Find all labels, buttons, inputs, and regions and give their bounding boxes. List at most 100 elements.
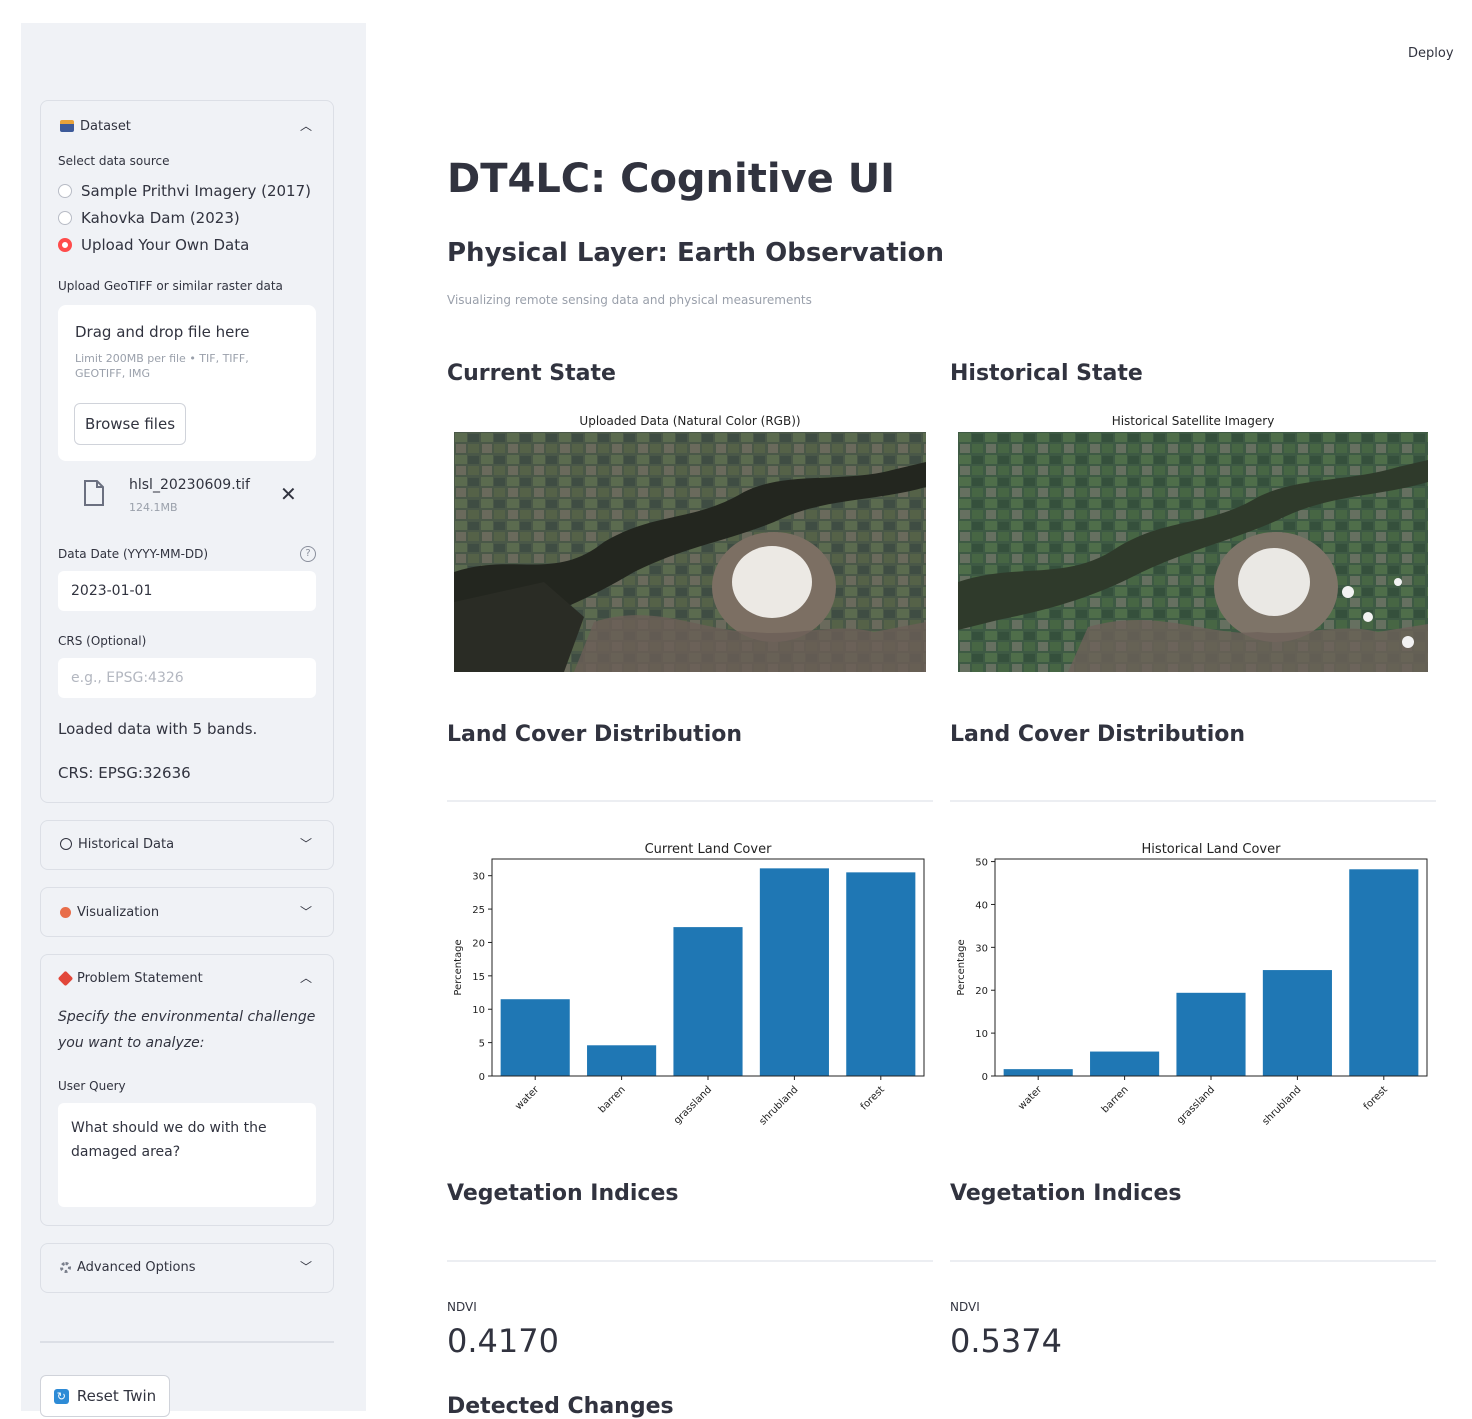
data-source-label: Select data source xyxy=(58,154,170,168)
y-tick-label: 10 xyxy=(975,1029,988,1040)
historical-vegetation-heading: Vegetation Indices xyxy=(950,1181,1182,1206)
sidebar: Dataset ︿ Select data source Sample Prit… xyxy=(21,23,366,1417)
radio-sample-prithvi[interactable]: Sample Prithvi Imagery (2017) xyxy=(58,182,311,200)
current-landcover-chart: Current Land Cover Percentage 0 5 10 15 20 25 30… xyxy=(453,842,925,1127)
historical-data-header[interactable]: Historical Data xyxy=(60,834,174,854)
y-tick-label: 10 xyxy=(472,1005,485,1016)
chevron-up-icon[interactable]: ︿ xyxy=(300,969,312,986)
problem-instruction: Specify the environmental challenge you … xyxy=(58,1009,316,1051)
refresh-icon: ↻ xyxy=(53,1388,69,1404)
divider xyxy=(950,800,1436,802)
crs-text: CRS: EPSG:32636 xyxy=(58,764,191,782)
gear-icon xyxy=(60,1261,71,1273)
bar-water xyxy=(500,999,570,1076)
loaded-bands-text: Loaded data with 5 bands. xyxy=(58,720,258,738)
advanced-options-title: Advanced Options xyxy=(77,1259,196,1275)
crs-label: CRS (Optional) xyxy=(58,634,147,648)
bar-water xyxy=(1003,1069,1073,1076)
upload-label: Upload GeoTIFF or similar raster data xyxy=(58,279,283,293)
palette-icon xyxy=(60,906,71,918)
divider xyxy=(447,800,933,802)
current-state-heading: Current State xyxy=(447,361,616,386)
section-caption: Visualizing remote sensing data and phys… xyxy=(447,293,812,307)
radio-dot-selected[interactable] xyxy=(58,238,72,252)
visualization-header[interactable]: Visualization xyxy=(60,902,159,922)
remove-file-icon[interactable]: ✕ xyxy=(280,482,297,506)
chevron-up-icon[interactable]: ︿ xyxy=(300,117,312,134)
chevron-down-icon[interactable]: ﹀ xyxy=(300,903,312,920)
uploaded-file-name: hlsl_20230609.tif xyxy=(129,477,250,493)
x-tick-label: water xyxy=(1016,1084,1045,1113)
historical-landcover-chart: Historical Land Cover Percentage 0 10 20 30 40… xyxy=(956,842,1428,1127)
x-tick-label: forest xyxy=(1362,1084,1390,1112)
historical-landcover-heading: Land Cover Distribution xyxy=(950,722,1246,747)
browse-files-button[interactable]: Browse files xyxy=(74,403,186,445)
file-icon xyxy=(83,480,105,510)
historical-state-heading: Historical State xyxy=(950,361,1143,386)
x-tick-label: grassland xyxy=(1175,1084,1217,1126)
y-tick-label: 5 xyxy=(479,1039,485,1050)
bar-barren xyxy=(587,1045,657,1076)
deploy-button[interactable]: Deploy xyxy=(1408,46,1454,61)
x-tick-label: barren xyxy=(597,1084,628,1115)
radio-upload-own[interactable]: Upload Your Own Data xyxy=(58,236,249,254)
dataset-title: Dataset xyxy=(80,118,131,134)
visualization-title: Visualization xyxy=(77,904,160,920)
pin-icon xyxy=(57,970,74,986)
data-date-input[interactable]: 2023-01-01 xyxy=(58,571,316,611)
bar-shrubland xyxy=(1262,970,1332,1076)
radio-dot[interactable] xyxy=(58,184,72,198)
x-tick-label: shrubland xyxy=(1260,1084,1303,1127)
radio-label: Sample Prithvi Imagery (2017) xyxy=(81,182,311,200)
current-landcover-heading: Land Cover Distribution xyxy=(447,722,743,747)
chevron-down-icon[interactable]: ﹀ xyxy=(300,835,312,852)
y-axis-label: Percentage xyxy=(956,939,967,995)
dataset-expander-header[interactable]: Dataset xyxy=(60,116,131,136)
x-tick-label: forest xyxy=(859,1084,887,1112)
y-tick-label: 0 xyxy=(479,1072,485,1083)
x-tick-label: grassland xyxy=(672,1084,714,1126)
page-title: DT4LC: Cognitive UI xyxy=(447,156,896,202)
dataset-icon xyxy=(60,120,74,132)
radio-dot[interactable] xyxy=(58,211,72,225)
y-tick-label: 50 xyxy=(975,858,988,869)
chart-title: Historical Land Cover xyxy=(1142,842,1282,857)
section-title: Physical Layer: Earth Observation xyxy=(447,238,944,268)
bar-grassland xyxy=(673,927,743,1076)
current-satellite-image xyxy=(454,432,926,672)
sidebar-divider xyxy=(40,1341,334,1343)
bar-grassland xyxy=(1176,992,1246,1076)
bar-barren xyxy=(1090,1051,1160,1076)
chart-title: Current Land Cover xyxy=(645,842,773,857)
bar-forest xyxy=(1349,869,1419,1076)
chevron-down-icon[interactable]: ﹀ xyxy=(300,1258,312,1275)
user-query-textarea[interactable]: What should we do with the damaged area? xyxy=(58,1103,316,1207)
problem-statement-header[interactable]: Problem Statement xyxy=(57,968,203,988)
data-date-label: Data Date (YYYY-MM-DD) xyxy=(58,547,209,561)
y-tick-label: 30 xyxy=(472,872,485,883)
detected-changes-heading: Detected Changes xyxy=(447,1394,674,1419)
crs-input[interactable]: e.g., EPSG:4326 xyxy=(58,658,316,698)
dropzone-title: Drag and drop file here xyxy=(75,323,250,341)
historical-image-title: Historical Satellite Imagery xyxy=(1111,414,1275,428)
clock-icon xyxy=(60,838,72,850)
bar-shrubland xyxy=(759,868,829,1076)
historical-ndvi-value: 0.5374 xyxy=(950,1322,1062,1360)
bar-forest xyxy=(846,872,916,1076)
historical-data-title: Historical Data xyxy=(78,836,175,852)
y-tick-label: 20 xyxy=(472,938,485,949)
current-ndvi-value: 0.4170 xyxy=(447,1322,559,1360)
historical-satellite-image xyxy=(958,432,1428,672)
user-query-label: User Query xyxy=(58,1079,126,1093)
historical-ndvi-label: NDVI xyxy=(950,1300,980,1314)
current-vegetation-heading: Vegetation Indices xyxy=(447,1181,679,1206)
current-image-title: Uploaded Data (Natural Color (RGB)) xyxy=(579,414,801,428)
advanced-options-header[interactable]: Advanced Options xyxy=(60,1257,196,1277)
radio-kahovka-dam[interactable]: Kahovka Dam (2023) xyxy=(58,209,240,227)
divider xyxy=(447,1260,933,1262)
problem-statement-title: Problem Statement xyxy=(77,970,203,986)
y-tick-label: 15 xyxy=(472,972,485,983)
y-axis-label: Percentage xyxy=(453,939,464,995)
help-icon[interactable]: ? xyxy=(300,546,316,562)
x-tick-label: water xyxy=(513,1084,542,1113)
